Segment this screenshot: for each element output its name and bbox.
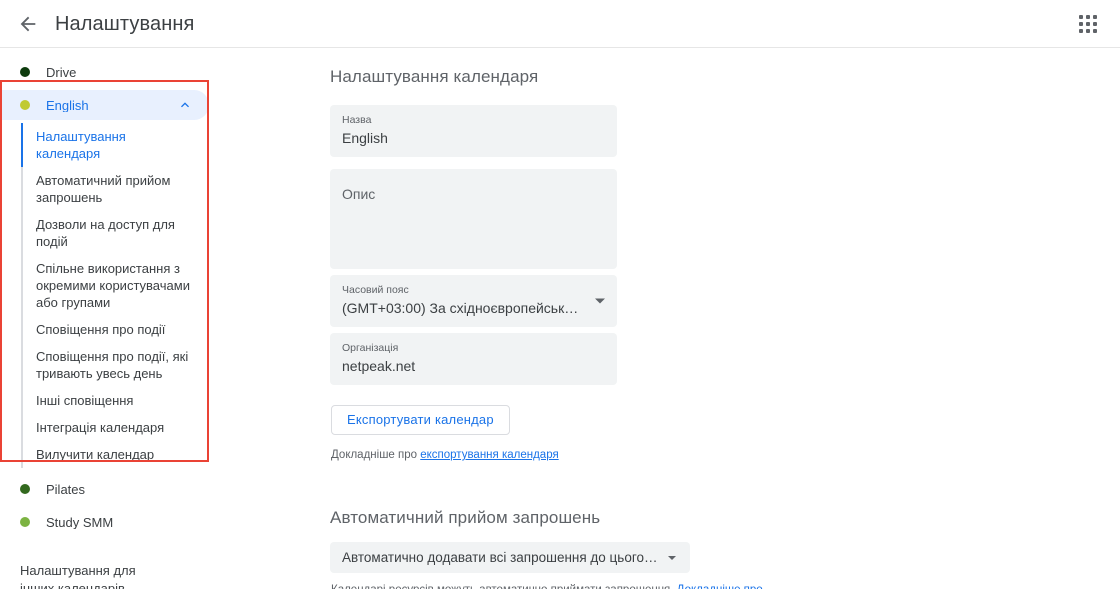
sidebar-calendar-drive[interactable]: Drive — [0, 57, 209, 87]
calendar-name-field[interactable]: Назва English — [330, 105, 617, 157]
sidebar-item-label: English — [46, 98, 89, 112]
export-help-line: Докладніше про експортування календаря — [331, 447, 831, 463]
sidebar-subitem-label: Інші сповіщення — [36, 393, 134, 408]
calendar-color-dot — [20, 67, 30, 77]
section-title-auto-accept: Автоматичний прийом запрошень — [330, 508, 601, 527]
organization-field: Організація netpeak.net — [330, 333, 617, 385]
sidebar-item-label: Drive — [46, 65, 77, 79]
sidebar-calendar-pilates[interactable]: Pilates — [0, 474, 209, 504]
sidebar-subitem-label: Спільне використання з окремими користув… — [36, 261, 190, 310]
sidebar-item-label: Pilates — [46, 482, 86, 496]
apps-grid-icon — [1079, 14, 1097, 33]
calendar-color-dot — [20, 517, 30, 527]
settings-sidebar: Drive English Налаштування календаря Авт… — [0, 49, 300, 589]
sidebar-subitem-label: Сповіщення про події — [36, 322, 166, 337]
sidebar-subitem-other-notifications[interactable]: Інші сповіщення — [0, 387, 209, 414]
timezone-label: Часовий пояс — [342, 284, 409, 296]
sidebar-subitem-label: Інтеграція календаря — [36, 420, 165, 435]
content-area: Drive English Налаштування календаря Авт… — [0, 49, 1120, 589]
sidebar-subitem-label: Автоматичний прийом запрошень — [36, 173, 171, 205]
sidebar-subitem-calendar-settings[interactable]: Налаштування календаря — [0, 123, 209, 167]
sidebar-subitem-label: Вилучити календар — [36, 447, 155, 462]
sidebar-subitem-label: Налаштування календаря — [36, 129, 126, 161]
export-help-link[interactable]: експортування календаря — [420, 449, 558, 461]
sidebar-calendar-english[interactable]: English — [0, 90, 209, 120]
arrow-left-icon — [17, 13, 39, 35]
organization-label: Організація — [342, 342, 399, 354]
section-title-calendar-settings: Налаштування календаря — [330, 67, 539, 86]
app-header: Налаштування — [0, 0, 1120, 48]
sidebar-subitem-share-with-people[interactable]: Спільне використання з окремими користув… — [0, 255, 209, 316]
export-calendar-button[interactable]: Експортувати календар — [331, 405, 510, 435]
sidebar-subitem-label: Сповіщення про події, які тривають увесь… — [36, 349, 189, 381]
calendar-name-label: Назва — [342, 114, 372, 126]
chevron-down-icon — [668, 555, 676, 560]
auto-accept-value: Автоматично додавати всі запрошення до ц… — [342, 550, 690, 565]
chevron-down-icon — [595, 298, 605, 303]
sidebar-subitem-auto-accept[interactable]: Автоматичний прийом запрошень — [0, 167, 209, 211]
back-button[interactable] — [8, 4, 48, 44]
other-calendars-heading: Налаштування для інших календарів — [20, 563, 136, 589]
auto-accept-note: Календарі ресурсів можуть автоматично пр… — [331, 583, 823, 589]
settings-main-panel: Налаштування календаря Назва English Опи… — [300, 49, 1120, 589]
calendar-settings-submenu: Налаштування календаря Автоматичний прий… — [0, 123, 300, 468]
sidebar-subitem-label: Дозволи на доступ для подій — [36, 217, 175, 249]
sidebar-subitem-event-notifications[interactable]: Сповіщення про події — [0, 316, 209, 343]
auto-accept-section: Автоматичний прийом запрошень Автоматичн… — [300, 508, 1120, 589]
sidebar-subitem-integrate-calendar[interactable]: Інтеграція календаря — [0, 414, 209, 441]
organization-value: netpeak.net — [342, 358, 416, 374]
calendar-description-field[interactable]: Опис — [330, 169, 617, 269]
sidebar-subitem-remove-calendar[interactable]: Вилучити календар — [0, 441, 209, 468]
auto-accept-select[interactable]: Автоматично додавати всі запрошення до ц… — [330, 542, 690, 573]
calendar-description-placeholder: Опис — [342, 186, 376, 202]
timezone-select[interactable]: Часовий пояс (GMT+03:00) За східноєвропе… — [330, 275, 617, 327]
sidebar-item-label: Study SMM — [46, 515, 114, 529]
chevron-up-icon[interactable] — [177, 97, 193, 113]
calendar-name-value: English — [342, 130, 388, 146]
sidebar-calendar-study-smm[interactable]: Study SMM — [0, 507, 209, 537]
sidebar-subitem-event-permissions[interactable]: Дозволи на доступ для подій — [0, 211, 209, 255]
page-title: Налаштування — [55, 12, 195, 35]
calendar-color-dot — [20, 100, 30, 110]
google-apps-button[interactable] — [1068, 4, 1108, 44]
calendar-color-dot — [20, 484, 30, 494]
auto-accept-note-prefix: Календарі ресурсів можуть автоматично пр… — [331, 584, 677, 589]
timezone-value: (GMT+03:00) За східноєвропейським час… — [342, 300, 585, 316]
sidebar-subitem-all-day-notifications[interactable]: Сповіщення про події, які тривають увесь… — [0, 343, 209, 387]
export-help-prefix: Докладніше про — [331, 449, 421, 461]
